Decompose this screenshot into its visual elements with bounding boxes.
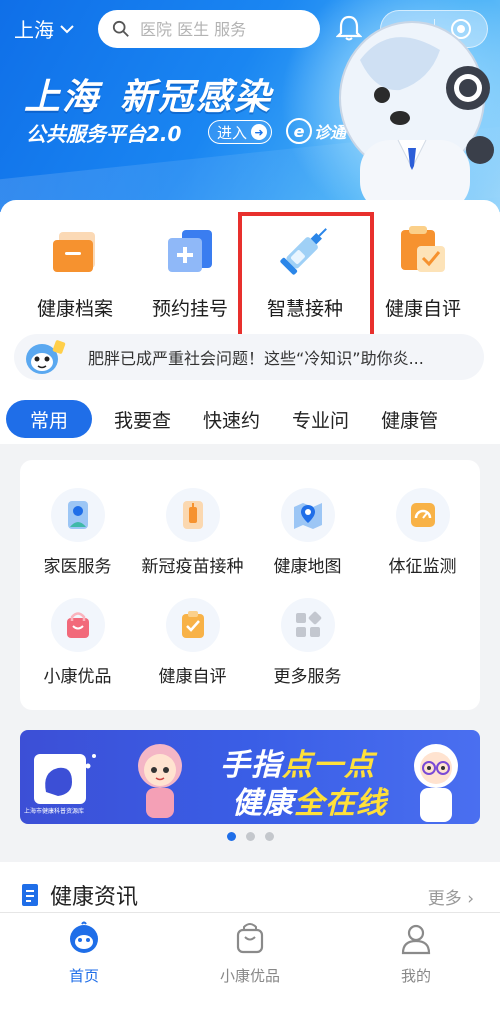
promo-line-2: 健康全在线 <box>232 786 387 821</box>
service-family-doctor[interactable]: 家医服务 <box>20 488 135 577</box>
notice-text: 肥胖已成严重社会问题！这些“冷知识”助你炎... <box>88 349 424 368</box>
quick-actions-panel: 健康档案 预约挂号 智慧接种 健康自评 肥胖已成严重社会问题！这些“冷知识”助你… <box>0 200 500 444</box>
nav-profile[interactable]: 我的 <box>356 921 476 986</box>
banner-subtitle: 公共服务平台2.0 <box>26 122 182 146</box>
carousel-dot[interactable] <box>245 832 255 841</box>
service-self-assessment[interactable]: 健康自评 <box>135 598 250 687</box>
clipboard-check-icon <box>165 598 220 652</box>
nav-shop[interactable]: 小康优品 <box>190 921 310 986</box>
robot-mascot-icon <box>339 21 494 212</box>
service-shop[interactable]: 小康优品 <box>20 598 135 687</box>
quick-item-self-assessment[interactable]: 健康自评 <box>368 220 478 321</box>
tab-quick-book[interactable]: 快速约 <box>187 400 276 438</box>
arrow-right-icon: ➜ <box>251 124 268 140</box>
clipboard-check-icon <box>401 226 445 272</box>
nav-home[interactable]: 首页 <box>24 921 144 986</box>
tab-query[interactable]: 我要查 <box>98 400 187 438</box>
city-selector[interactable]: 上海 <box>14 14 74 43</box>
shopping-bag-icon <box>236 923 264 954</box>
grid-more-icon <box>280 598 335 652</box>
bottom-nav: 首页 小康优品 我的 <box>0 912 500 1022</box>
service-grid: 家医服务 新冠疫苗接种 健康地图 体征监测 小康优品 健康自评 更多服务 <box>20 460 480 710</box>
search-input[interactable] <box>138 18 308 40</box>
tab-health-manage[interactable]: 健康管 <box>365 400 454 438</box>
mascot-avatar-icon <box>26 340 66 374</box>
science-resource-logo <box>34 754 96 804</box>
map-pin-icon <box>280 488 335 542</box>
vaccine-vial-icon <box>165 488 220 542</box>
carousel-dot-active[interactable] <box>226 832 236 841</box>
category-tabs: 常用 我要查 快速约 专业问 健康管 <box>0 396 500 442</box>
e-logo-icon: e <box>286 118 312 144</box>
enter-button[interactable]: 进入 ➜ <box>208 120 273 144</box>
highlight-box <box>238 212 374 338</box>
carousel-dot[interactable] <box>264 832 274 841</box>
banner-title: 上海 新冠感染 <box>24 77 273 118</box>
notice-bar[interactable]: 肥胖已成严重社会问题！这些“冷知识”助你炎... <box>14 334 484 380</box>
tab-common[interactable]: 常用 <box>6 400 93 438</box>
service-health-map[interactable]: 健康地图 <box>250 488 365 577</box>
home-mascot-icon <box>70 921 98 953</box>
news-more-link[interactable]: 更多 › <box>428 884 474 909</box>
cartoon-doctor-icon <box>414 744 458 822</box>
promo-banner[interactable]: 上海市健康科普资源库 手指点一点 健康全在线 <box>20 730 480 824</box>
search-bar[interactable] <box>98 10 320 48</box>
service-vital-monitor[interactable]: 体征监测 <box>365 488 480 577</box>
header-banner[interactable]: 上海 上海新冠感染 公共服务平台2.0 进入 ➜ e 诊通 <box>0 0 500 212</box>
doctor-icon <box>50 488 105 542</box>
city-label: 上海 <box>14 18 54 42</box>
news-title: 健康资讯 <box>50 885 139 910</box>
gauge-icon <box>395 488 450 542</box>
quick-item-health-record[interactable]: 健康档案 <box>20 220 130 321</box>
chevron-down-icon <box>60 24 74 33</box>
news-doc-icon <box>22 884 38 906</box>
logo-text: 上海市健康科普资源库 <box>24 808 85 815</box>
service-covid-vaccine[interactable]: 新冠疫苗接种 <box>135 488 250 577</box>
carousel-indicator <box>0 832 500 841</box>
plus-card-icon <box>168 230 212 272</box>
folder-icon <box>53 232 95 272</box>
shopping-bag-icon <box>50 598 105 652</box>
tab-expert-ask[interactable]: 专业问 <box>276 400 365 438</box>
user-icon <box>401 924 431 955</box>
cartoon-girl-icon <box>138 744 182 818</box>
quick-item-appointment[interactable]: 预约挂号 <box>135 220 245 321</box>
service-more[interactable]: 更多服务 <box>250 598 365 687</box>
search-icon <box>112 20 129 37</box>
